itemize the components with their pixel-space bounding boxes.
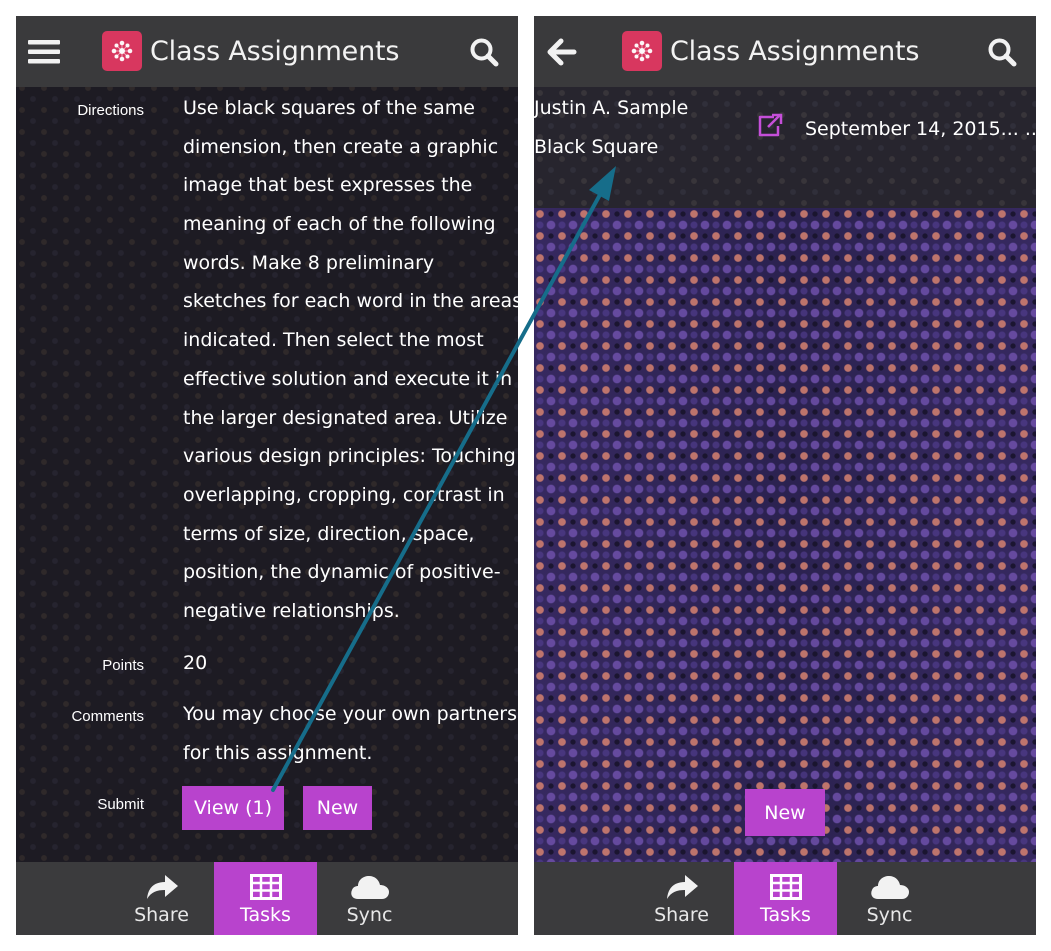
directions-text: Use black squares of the same dimension,… xyxy=(183,89,518,631)
new-submission-button[interactable]: New xyxy=(303,786,372,830)
hamburger-menu-button[interactable] xyxy=(24,32,64,72)
submission-screen: Class Assignments Justin A. Sample Black… xyxy=(534,16,1036,935)
comments-text: You may choose your own partners for thi… xyxy=(183,695,517,772)
tab-sync-label: Sync xyxy=(866,904,913,926)
comments-line: You may choose your own partners xyxy=(183,703,518,725)
submission-date: September 14, 2015... ... xyxy=(805,118,1036,140)
bottom-tab-bar: Share Tasks Sync xyxy=(16,862,518,935)
directions-line: meaning of each of the following xyxy=(183,213,496,236)
comments-line: for this assignment. xyxy=(183,741,373,764)
directions-line: words. Make 8 preliminary xyxy=(183,251,435,274)
hamburger-menu-icon xyxy=(28,40,60,64)
external-link-icon xyxy=(758,113,783,137)
cloud-icon xyxy=(870,876,909,899)
submission-info: Justin A. Sample Black Square September … xyxy=(534,87,1036,208)
tab-share[interactable]: Share xyxy=(110,862,213,935)
new-submission-button[interactable]: New xyxy=(745,789,825,836)
directions-label: Directions xyxy=(77,102,144,119)
open-external-button[interactable] xyxy=(756,113,784,143)
directions-line: negative relationships. xyxy=(183,599,400,622)
app-logo-icon xyxy=(631,40,653,62)
directions-line: the larger designated area. Utilize xyxy=(183,406,508,429)
assignment-detail-screen: Class Assignments Directions Use black s… xyxy=(16,16,518,935)
tab-sync[interactable]: Sync xyxy=(318,862,421,935)
submission-artwork-image xyxy=(534,208,1036,862)
search-icon xyxy=(988,38,1017,67)
points-value: 20 xyxy=(183,652,208,674)
comments-label: Comments xyxy=(71,708,144,725)
app-logo xyxy=(102,31,142,71)
directions-line: various design principles: Touching xyxy=(183,445,516,468)
tab-share-label: Share xyxy=(654,904,709,926)
directions-line: Use black squares of the same xyxy=(183,97,475,119)
share-icon xyxy=(146,875,178,899)
app-title: Class Assignments xyxy=(670,36,920,67)
grid-icon xyxy=(769,874,802,900)
tab-tasks[interactable]: Tasks xyxy=(734,862,837,935)
app-header: Class Assignments xyxy=(534,16,1036,87)
share-icon xyxy=(666,875,698,899)
back-arrow-icon xyxy=(547,38,577,66)
bottom-tab-bar: Share Tasks Sync xyxy=(534,862,1036,935)
directions-line: position, the dynamic of positive- xyxy=(183,561,501,584)
search-button[interactable] xyxy=(464,32,504,72)
app-title: Class Assignments xyxy=(150,36,400,67)
points-label: Points xyxy=(102,657,144,674)
directions-line: image that best expresses the xyxy=(183,174,473,197)
directions-line: indicated. Then select the most xyxy=(183,329,484,352)
directions-line: dimension, then create a graphic xyxy=(183,135,499,158)
tab-tasks-label: Tasks xyxy=(760,904,811,926)
back-button[interactable] xyxy=(542,32,582,72)
tab-tasks-label: Tasks xyxy=(240,904,291,926)
student-name: Justin A. Sample xyxy=(534,97,689,119)
directions-line: terms of size, direction, space, xyxy=(183,522,475,545)
tab-sync-label: Sync xyxy=(346,904,393,926)
directions-line: effective solution and execute it in xyxy=(183,367,513,390)
app-header: Class Assignments xyxy=(16,16,518,87)
app-logo-icon xyxy=(111,40,133,62)
grid-icon xyxy=(249,874,282,900)
view-submissions-button[interactable]: View (1) xyxy=(182,786,284,830)
tab-tasks[interactable]: Tasks xyxy=(214,862,317,935)
search-button[interactable] xyxy=(982,32,1022,72)
tab-share-label: Share xyxy=(134,904,189,926)
search-icon xyxy=(470,38,499,67)
tab-sync[interactable]: Sync xyxy=(838,862,941,935)
app-logo xyxy=(622,31,662,71)
directions-line: overlapping, cropping, contrast in xyxy=(183,483,505,506)
submit-label: Submit xyxy=(97,796,144,813)
cloud-icon xyxy=(350,876,389,899)
directions-line: sketches for each word in the areas xyxy=(183,290,518,313)
submission-title: Black Square xyxy=(534,136,659,158)
tab-share[interactable]: Share xyxy=(630,862,733,935)
